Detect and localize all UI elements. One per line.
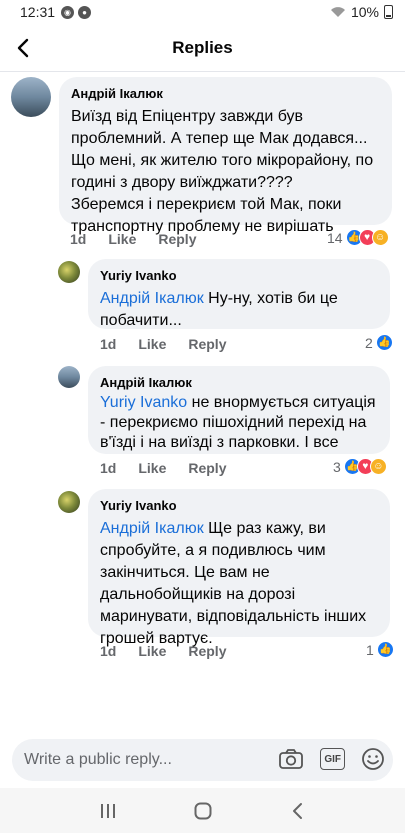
smiley-icon[interactable]	[361, 747, 385, 771]
mention-link[interactable]: Андрій Ікалюк	[100, 290, 204, 307]
reaction-count: 2	[365, 334, 373, 351]
comment-line: Зберемся і перекриєм той Мак, поки	[71, 196, 342, 213]
avatar[interactable]	[58, 261, 80, 283]
reactions-summary[interactable]: 14 👍 ♥ ☺	[327, 229, 389, 246]
comment-time: 1d	[100, 336, 117, 352]
comment-actions: 1d Like Reply	[100, 460, 248, 476]
page-title: Replies	[172, 37, 233, 57]
notification-icon: ●	[78, 5, 92, 19]
comment-line: Ну-ну, хотів би це	[203, 290, 338, 307]
like-button[interactable]: Like	[138, 460, 166, 476]
comment-time: 1d	[100, 643, 117, 659]
comment-line: в'їзді і на виїзді з парковки. І все	[100, 434, 339, 451]
reaction-count: 14	[327, 229, 343, 246]
reactions-summary[interactable]: 1 👍	[366, 641, 394, 658]
comment-line: спробуйте, а я подивлюсь чим	[100, 542, 326, 559]
comment-actions: 1d Like Reply	[100, 336, 248, 352]
reply-button[interactable]: Reply	[188, 460, 226, 476]
comment-time: 1d	[70, 231, 87, 247]
gif-button[interactable]: GIF	[320, 748, 345, 770]
comment-line: не внормується ситуація	[187, 394, 376, 411]
comment-text: Виїзд від Епіцентру завжди був проблемни…	[71, 106, 380, 238]
comment-bubble: Андрій Ікалюк Yuriy Ivanko не внормуєтьс…	[88, 366, 390, 454]
like-button[interactable]: Like	[138, 336, 166, 352]
comment-author[interactable]: Yuriy Ivanko	[100, 267, 378, 284]
wifi-icon	[330, 7, 345, 17]
reactions-summary[interactable]: 3 👍 ♥ ☺	[333, 458, 387, 475]
like-button[interactable]: Like	[108, 231, 136, 247]
comment-text: Андрій Ікалюк Ще раз кажу, ви спробуйте,…	[100, 518, 378, 650]
nav-back-icon[interactable]	[288, 801, 308, 821]
comment-line: закінчиться. Це вам не	[100, 564, 270, 581]
comment-author[interactable]: Андрій Ікалюк	[71, 85, 380, 102]
comment-line: годині з двору виїжджати????	[71, 174, 293, 191]
reaction-count: 1	[366, 641, 374, 658]
status-bar: 12:31 ◉ ● 10%	[0, 0, 405, 24]
haha-reaction-icon: ☺	[371, 229, 389, 246]
mention-link[interactable]: Андрій Ікалюк	[100, 520, 204, 537]
comment-line: - перекриємо пішохідний перехід на	[100, 414, 367, 431]
comment-line: дальнобойщиків на дорозі	[100, 586, 296, 603]
avatar[interactable]	[58, 366, 80, 388]
like-reaction-icon: 👍	[376, 641, 394, 658]
battery-icon	[384, 5, 393, 19]
home-icon[interactable]	[193, 801, 213, 821]
comment-text: Андрій Ікалюк Ну-ну, хотів би це побачит…	[100, 288, 378, 332]
comment-line: побачити...	[100, 312, 182, 329]
arrow-left-icon[interactable]	[10, 34, 38, 62]
comment-text: Yuriy Ivanko не внормується ситуація - п…	[100, 393, 378, 453]
comment-line: Виїзд від Епіцентру завжди був	[71, 108, 304, 125]
haha-reaction-icon: ☺	[369, 458, 387, 475]
comment-line: проблемний. А тепер ще Мак додався...	[71, 130, 368, 147]
comment-time: 1d	[100, 460, 117, 476]
reply-button[interactable]: Reply	[158, 231, 196, 247]
reply-button[interactable]: Reply	[188, 643, 226, 659]
comment-bubble: Yuriy Ivanko Андрій Ікалюк Ну-ну, хотів …	[88, 259, 390, 329]
reactions-summary[interactable]: 2 👍	[365, 334, 393, 351]
comment-line: Ще раз кажу, ви	[203, 520, 326, 537]
like-reaction-icon: 👍	[375, 334, 393, 351]
comment-actions: 1d Like Reply	[100, 643, 248, 659]
comment-bubble: Андрій Ікалюк Виїзд від Епіцентру завжди…	[59, 77, 392, 235]
notification-icon: ◉	[61, 5, 75, 19]
avatar[interactable]	[58, 491, 80, 513]
reply-button[interactable]: Reply	[188, 336, 226, 352]
comment-author[interactable]: Андрій Ікалюк	[100, 374, 378, 391]
status-time: 12:31	[20, 4, 56, 20]
avatar[interactable]	[11, 77, 51, 117]
recent-apps-icon[interactable]	[98, 802, 118, 820]
comment-bubble: Yuriy Ivanko Андрій Ікалюк Ще раз кажу, …	[88, 489, 390, 647]
comment-line: Що мені, як жителю того мікрорайону, по	[71, 152, 374, 169]
reaction-count: 3	[333, 458, 341, 475]
comment-author[interactable]: Yuriy Ivanko	[100, 497, 378, 514]
reply-input[interactable]	[24, 751, 274, 769]
comment-line: маринувати, відповідальність інших	[100, 608, 367, 625]
app-header: Replies	[0, 24, 405, 72]
reply-composer: GIF	[12, 739, 393, 781]
comment-actions: 1d Like Reply	[70, 231, 218, 247]
like-button[interactable]: Like	[138, 643, 166, 659]
mention-link[interactable]: Yuriy Ivanko	[100, 394, 187, 411]
battery-percent: 10%	[350, 4, 379, 20]
system-nav-bar	[0, 788, 405, 833]
camera-icon[interactable]	[278, 747, 304, 771]
